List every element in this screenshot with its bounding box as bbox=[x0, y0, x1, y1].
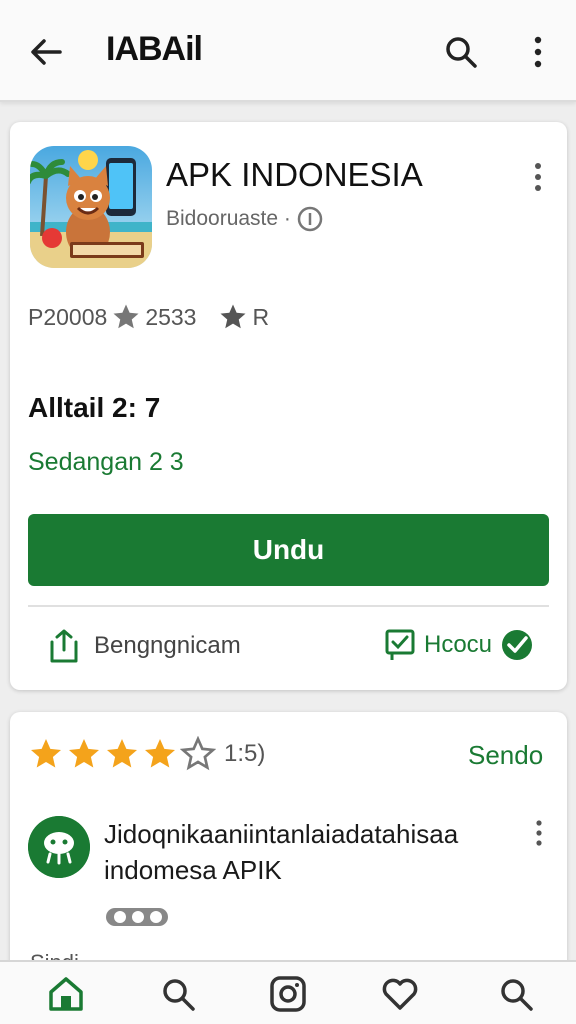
heart-icon[interactable] bbox=[380, 974, 420, 1014]
share-label: Bengngnicam bbox=[94, 632, 241, 659]
avatar bbox=[28, 816, 90, 878]
more-vert-icon[interactable] bbox=[530, 818, 548, 848]
downloads-count: P20008 bbox=[28, 303, 108, 330]
star-icon bbox=[145, 739, 175, 768]
report-button[interactable]: Hcocu bbox=[384, 628, 534, 662]
camera-icon[interactable] bbox=[268, 974, 308, 1014]
star-icon bbox=[69, 739, 99, 768]
star-icon bbox=[113, 304, 139, 329]
app-stats: P20008 2533 R bbox=[28, 302, 269, 332]
flag-icon bbox=[385, 629, 415, 660]
divider bbox=[28, 605, 549, 607]
star-icon bbox=[107, 739, 137, 768]
more-vert-icon[interactable] bbox=[524, 33, 552, 71]
star-icon bbox=[31, 739, 61, 768]
star-icon bbox=[220, 304, 246, 329]
app-name: APK INDONESIA bbox=[166, 156, 423, 193]
app-logo-icon bbox=[30, 146, 152, 268]
home-icon[interactable] bbox=[46, 974, 86, 1014]
search-icon[interactable] bbox=[496, 974, 536, 1014]
rating-stars: 1:5) bbox=[28, 736, 265, 772]
app-details-card: APK INDONESIA Bidooruaste · P20008 2533 … bbox=[10, 122, 567, 690]
report-label: Hcocu bbox=[424, 631, 493, 658]
review-text: Jidoqnikaaniintanlaiadatahisaa indomesa … bbox=[104, 819, 459, 885]
top-app-bar: IABAil bbox=[0, 0, 576, 102]
bottom-navigation bbox=[0, 960, 576, 1024]
share-button[interactable]: Bengngnicam bbox=[48, 628, 241, 664]
status-text: Sedangan 2 3 bbox=[28, 448, 184, 476]
search-icon[interactable] bbox=[158, 974, 198, 1014]
download-button[interactable]: Undu bbox=[28, 514, 549, 586]
reviews-card: 1:5) Sendo Jidoqnikaaniintanlaiadatahisa… bbox=[10, 712, 567, 1002]
developer-row[interactable]: Bidooruaste · bbox=[166, 206, 323, 232]
back-arrow-icon[interactable] bbox=[26, 32, 66, 72]
search-icon[interactable] bbox=[442, 33, 480, 71]
star-half-icon bbox=[180, 736, 216, 771]
content-rating: R bbox=[252, 303, 270, 330]
more-vert-icon[interactable] bbox=[524, 160, 552, 194]
rating-value: 2533 bbox=[145, 303, 197, 330]
shield-check-icon bbox=[502, 630, 533, 660]
verified-icon bbox=[297, 206, 323, 232]
share-icon bbox=[50, 629, 78, 663]
rating-count: 1:5) bbox=[224, 740, 266, 767]
badge-icon bbox=[106, 908, 168, 926]
developer-name: Bidooruaste · bbox=[166, 207, 291, 230]
see-all-link[interactable]: Sendo bbox=[468, 740, 543, 771]
details-title: Alltail 2: 7 bbox=[28, 392, 161, 423]
page-title: IABAil bbox=[106, 30, 203, 68]
